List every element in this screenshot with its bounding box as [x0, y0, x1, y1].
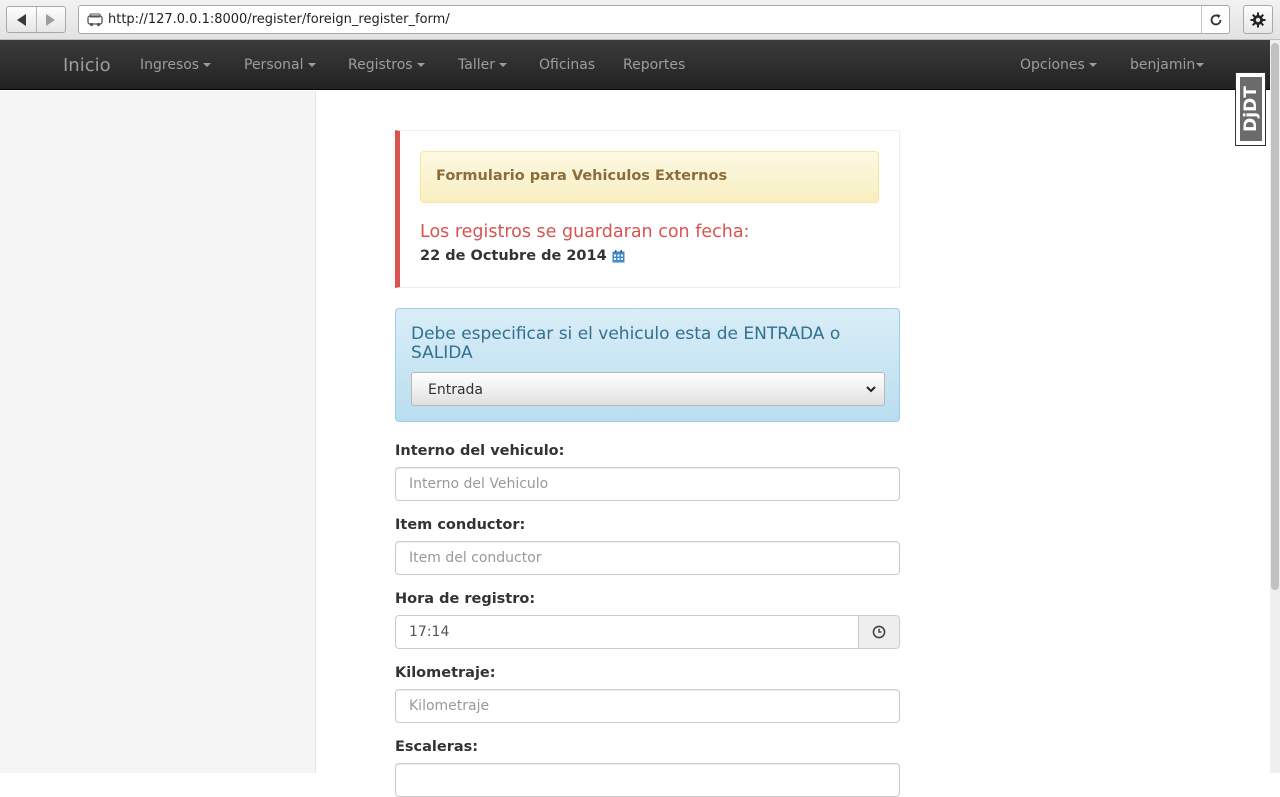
debug-toolbar-badge: DjDT	[1240, 77, 1262, 141]
reload-icon	[1210, 13, 1221, 25]
form-title: Formulario para Vehiculos Externos	[436, 168, 728, 184]
caret-down-icon	[1196, 63, 1205, 67]
page-icon	[87, 13, 103, 27]
url-text: http://127.0.0.1:8000/register/foreign_r…	[108, 12, 450, 27]
nav-label: Ingresos	[140, 57, 200, 73]
history-buttons	[6, 6, 66, 33]
nav-personal[interactable]: Personal	[244, 57, 316, 73]
caret-down-icon	[416, 63, 425, 67]
debug-toolbar-label: DjDT	[1241, 86, 1261, 132]
direction-title: Debe especificar si el vehiculo esta de …	[411, 324, 841, 363]
nav-oficinas[interactable]: Oficinas	[539, 57, 595, 73]
settings-button[interactable]	[1243, 5, 1273, 34]
scrollbar-thumb[interactable]	[1271, 43, 1279, 590]
item-conductor-input[interactable]: Item del conductor	[395, 541, 900, 575]
main-content: Formulario para Vehiculos Externos Los r…	[316, 91, 1270, 797]
callout-heading: Los registros se guardaran con fecha:	[420, 222, 750, 242]
nav-ingresos[interactable]: Ingresos	[140, 57, 212, 73]
date-callout: Formulario para Vehiculos Externos Los r…	[395, 130, 900, 288]
chevron-down-icon	[866, 386, 876, 393]
nav-label: Personal	[244, 57, 304, 73]
nav-label: Reportes	[623, 57, 686, 73]
nav-label: benjamin	[1130, 57, 1196, 73]
nav-taller[interactable]: Taller	[458, 57, 507, 73]
nav-label: Oficinas	[539, 57, 596, 73]
register-date: 22 de Octubre de 2014	[420, 248, 607, 264]
nav-label: Taller	[458, 57, 495, 73]
nav-label: Opciones	[1020, 57, 1085, 73]
hora-input-group: 17:14	[395, 615, 900, 649]
back-arrow-icon	[16, 13, 26, 26]
hora-value: 17:14	[409, 624, 450, 640]
caret-down-icon	[307, 63, 316, 67]
hora-input[interactable]: 17:14	[395, 615, 859, 649]
hora-label: Hora de registro:	[395, 591, 536, 607]
nav-opciones[interactable]: Opciones	[1020, 57, 1097, 73]
form-title-alert: Formulario para Vehiculos Externos	[420, 151, 879, 203]
item-label: Item conductor:	[395, 517, 526, 533]
direction-alert: Debe especificar si el vehiculo esta de …	[395, 308, 900, 422]
direction-select[interactable]: Entrada	[411, 372, 885, 406]
brand-link[interactable]: Inicio	[63, 55, 111, 76]
browser-toolbar: http://127.0.0.1:8000/register/foreign_r…	[0, 0, 1280, 40]
sidebar	[0, 91, 316, 773]
caret-down-icon	[203, 63, 212, 67]
nav-registros[interactable]: Registros	[348, 57, 425, 73]
interno-placeholder: Interno del Vehiculo	[409, 476, 549, 492]
escaleras-label: Escaleras:	[395, 739, 479, 755]
forward-arrow-icon	[46, 13, 56, 26]
reload-button[interactable]	[1201, 6, 1229, 33]
kilometraje-placeholder: Kilometraje	[409, 698, 490, 714]
interno-label: Interno del vehiculo:	[395, 443, 565, 459]
nav-user-menu[interactable]: benjamin	[1130, 57, 1205, 73]
interno-input[interactable]: Interno del Vehiculo	[395, 467, 900, 501]
caret-down-icon	[498, 63, 507, 67]
direction-selected-value: Entrada	[428, 382, 484, 398]
nav-reportes[interactable]: Reportes	[623, 57, 685, 73]
back-button[interactable]	[7, 7, 36, 32]
clock-button[interactable]	[858, 615, 900, 649]
nav-label: Registros	[348, 57, 413, 73]
calendar-icon[interactable]	[612, 249, 625, 263]
forward-button[interactable]	[35, 7, 65, 32]
page-scrollbar[interactable]	[1270, 40, 1280, 773]
gear-icon	[1250, 12, 1266, 27]
address-bar[interactable]: http://127.0.0.1:8000/register/foreign_r…	[78, 5, 1230, 34]
kilometraje-input[interactable]: Kilometraje	[395, 689, 900, 723]
item-placeholder: Item del conductor	[409, 550, 542, 566]
caret-down-icon	[1088, 63, 1097, 67]
kilometraje-label: Kilometraje:	[395, 665, 496, 681]
main-navbar: Inicio Ingresos Personal Registros Talle…	[0, 40, 1270, 90]
clock-icon	[872, 625, 886, 639]
debug-toolbar-handle[interactable]: DjDT	[1235, 72, 1266, 146]
escaleras-input[interactable]	[395, 763, 900, 797]
callout-date-row: 22 de Octubre de 2014	[420, 248, 625, 264]
